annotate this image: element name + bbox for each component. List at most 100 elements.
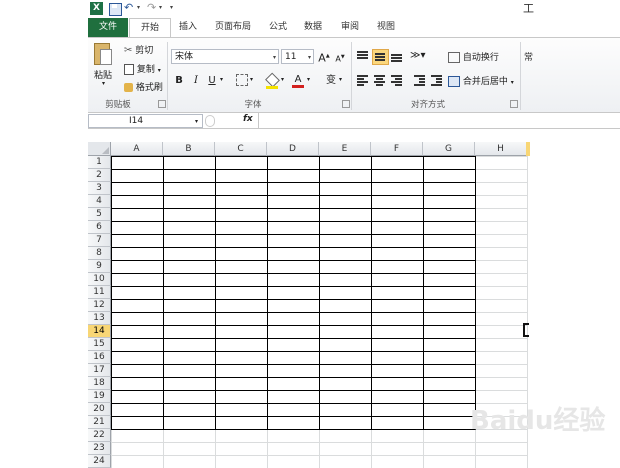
tab-home[interactable]: 开始 — [129, 18, 171, 39]
align-middle-button[interactable] — [372, 49, 389, 65]
underline-dropdown-icon[interactable]: ▾ — [220, 76, 223, 83]
row-header-17[interactable]: 17 — [88, 364, 111, 377]
format-painter-icon — [124, 83, 133, 92]
merge-center-dropdown-icon[interactable]: ▾ — [511, 79, 514, 86]
row-header-13[interactable]: 13 — [88, 312, 111, 325]
row-header-11[interactable]: 11 — [88, 286, 111, 299]
paste-dropdown-icon[interactable]: ▾ — [102, 80, 105, 87]
row-header-14[interactable]: 14 — [88, 325, 111, 338]
formula-bar-resize-handle[interactable] — [205, 115, 215, 127]
merge-center-button[interactable]: 合并后居中 ▾ — [448, 74, 514, 87]
row-header-12[interactable]: 12 — [88, 299, 111, 312]
row-header-4[interactable]: 4 — [88, 195, 111, 208]
tab-formulas[interactable]: 公式 — [264, 18, 292, 37]
window-title: 工 — [523, 2, 534, 15]
tab-page-layout[interactable]: 页面布局 — [208, 18, 258, 37]
column-header-f[interactable]: F — [371, 142, 423, 156]
tab-file[interactable]: 文件 — [88, 18, 128, 37]
phonetic-dropdown-icon[interactable]: ▾ — [339, 76, 342, 83]
increase-indent-button[interactable] — [429, 73, 444, 87]
row-header-24[interactable]: 24 — [88, 455, 111, 468]
merge-center-icon — [448, 76, 460, 87]
cell-area[interactable] — [111, 156, 530, 468]
row-header-6[interactable]: 6 — [88, 221, 111, 234]
borders-button[interactable] — [235, 74, 249, 88]
font-size-dropdown-icon[interactable]: ▾ — [308, 50, 311, 65]
align-bottom-button[interactable] — [389, 49, 404, 63]
italic-button[interactable]: I — [189, 74, 203, 88]
row-header-8[interactable]: 8 — [88, 247, 111, 260]
align-top-button[interactable] — [355, 49, 370, 63]
clipboard-launcher-icon[interactable] — [158, 100, 166, 108]
redo-dropdown-icon[interactable]: ▾ — [159, 4, 162, 11]
row-header-7[interactable]: 7 — [88, 234, 111, 247]
shrink-font-button[interactable]: A▼ — [333, 50, 347, 64]
grow-font-button[interactable]: A▲ — [317, 49, 331, 65]
row-header-23[interactable]: 23 — [88, 442, 111, 455]
row-header-16[interactable]: 16 — [88, 351, 111, 364]
align-center-button[interactable] — [372, 73, 387, 87]
align-left-button[interactable] — [355, 73, 370, 87]
row-header-3[interactable]: 3 — [88, 182, 111, 195]
font-name-combo[interactable]: 宋体 ▾ — [171, 49, 279, 64]
alignment-launcher-icon[interactable] — [510, 100, 518, 108]
row-header-10[interactable]: 10 — [88, 273, 111, 286]
save-icon[interactable] — [109, 3, 122, 16]
cut-button[interactable]: ✂ 剪切 — [124, 43, 153, 56]
redo-icon[interactable]: ↷ — [147, 2, 159, 15]
copy-button[interactable]: 复制 ▾ — [124, 62, 161, 75]
column-header-c[interactable]: C — [215, 142, 267, 156]
phonetic-button[interactable]: 变 — [324, 74, 338, 88]
wrap-text-button[interactable]: 自动换行 — [448, 50, 499, 63]
tab-insert[interactable]: 插入 — [173, 18, 203, 37]
row-header-18[interactable]: 18 — [88, 377, 111, 390]
worksheet-grid[interactable]: ABCDEFGH 1 2 3 4 5 6 7 8 9 10 11 12 13 14 15 16 17 18 19 20… — [88, 142, 530, 468]
column-header-e[interactable]: E — [319, 142, 371, 156]
name-box[interactable]: I14 ▾ — [88, 114, 203, 128]
tab-review[interactable]: 审阅 — [335, 18, 365, 37]
column-header-d[interactable]: D — [267, 142, 319, 156]
undo-dropdown-icon[interactable]: ▾ — [137, 4, 140, 11]
row-header-19[interactable]: 19 — [88, 390, 111, 403]
font-color-dropdown-icon[interactable]: ▾ — [307, 76, 310, 83]
underline-button[interactable]: U — [205, 74, 219, 88]
formula-input[interactable] — [258, 113, 620, 129]
column-header-a[interactable]: A — [111, 142, 163, 156]
customize-qat-icon[interactable]: ▾ — [170, 4, 173, 11]
row-header-20[interactable]: 20 — [88, 403, 111, 416]
name-box-dropdown-icon[interactable]: ▾ — [195, 115, 198, 128]
copy-dropdown-icon[interactable]: ▾ — [158, 67, 161, 74]
borders-dropdown-icon[interactable]: ▾ — [250, 76, 253, 83]
fill-color-dropdown-icon[interactable]: ▾ — [281, 76, 284, 83]
insert-function-icon[interactable]: fx — [243, 114, 253, 124]
column-header-g[interactable]: G — [423, 142, 475, 156]
bold-button[interactable]: B — [172, 74, 186, 88]
orientation-icon[interactable]: ≫▾ — [410, 50, 426, 61]
font-launcher-icon[interactable] — [342, 100, 350, 108]
row-header-5[interactable]: 5 — [88, 208, 111, 221]
tab-data[interactable]: 数据 — [298, 18, 328, 37]
align-right-button[interactable] — [389, 73, 404, 87]
row-header-2[interactable]: 2 — [88, 169, 111, 182]
decrease-indent-button[interactable] — [412, 73, 427, 87]
wrap-text-icon — [448, 52, 460, 63]
font-size-value: 11 — [285, 52, 297, 62]
paste-icon[interactable] — [92, 41, 116, 69]
column-header-b[interactable]: B — [163, 142, 215, 156]
format-painter-button[interactable]: 格式刷 — [124, 80, 163, 93]
select-all-button[interactable] — [88, 142, 111, 156]
selected-column-edge — [526, 142, 530, 156]
font-size-combo[interactable]: 11 ▾ — [281, 49, 314, 64]
row-header-1[interactable]: 1 — [88, 156, 111, 169]
group-divider — [167, 42, 168, 110]
font-name-dropdown-icon[interactable]: ▾ — [273, 50, 276, 65]
column-header-h[interactable]: H — [475, 142, 527, 156]
undo-icon[interactable]: ↶ — [124, 2, 136, 15]
row-header-21[interactable]: 21 — [88, 416, 111, 429]
row-header-22[interactable]: 22 — [88, 429, 111, 442]
font-color-button[interactable]: A — [291, 73, 305, 88]
row-header-15[interactable]: 15 — [88, 338, 111, 351]
tab-view[interactable]: 视图 — [371, 18, 401, 37]
row-header-9[interactable]: 9 — [88, 260, 111, 273]
fill-color-button[interactable] — [264, 72, 280, 89]
